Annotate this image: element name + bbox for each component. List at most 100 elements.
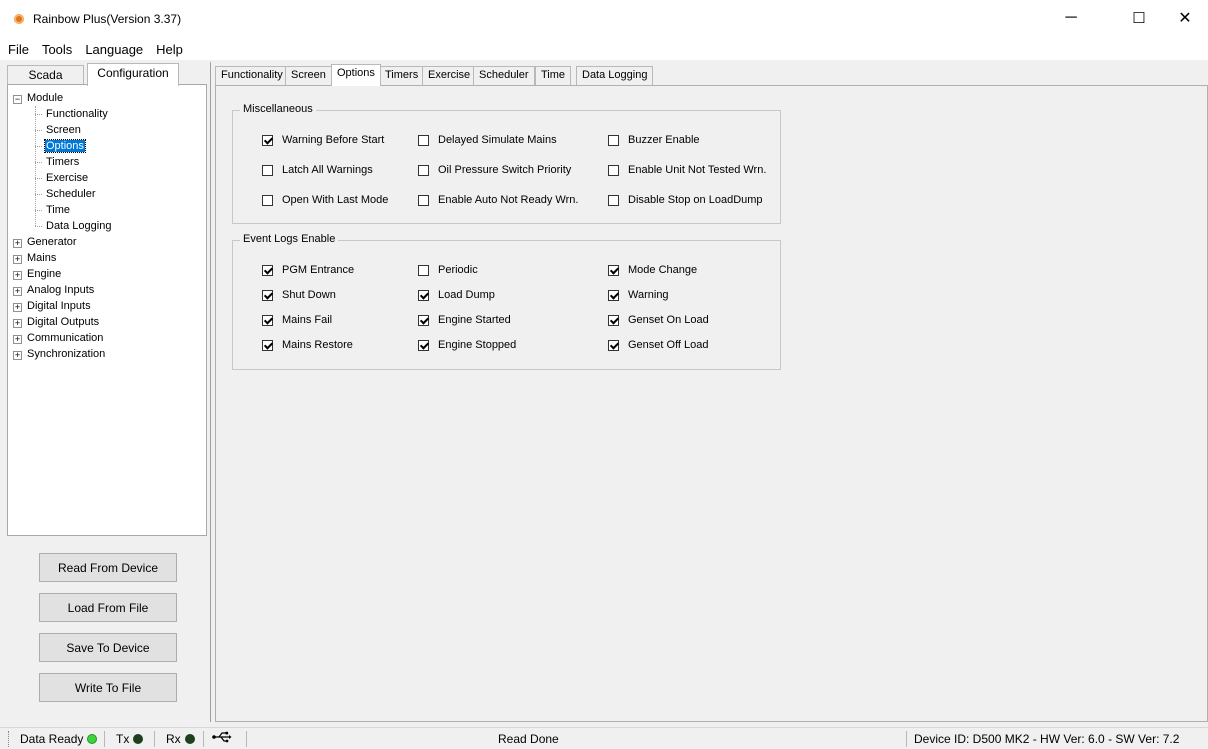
menu-language[interactable]: Language [78, 42, 149, 57]
tab-scheduler[interactable]: Scheduler [473, 66, 535, 85]
tree-item-generator[interactable]: Generator [27, 235, 77, 251]
checkbox-open-with-last-mode[interactable]: Open With Last Mode [262, 193, 388, 207]
tree-item-data-logging[interactable]: Data Logging [46, 219, 111, 235]
panel-splitter[interactable] [210, 62, 213, 722]
checkbox-label: Warning [628, 289, 669, 301]
minimize-button[interactable]: ─ [1048, 0, 1094, 36]
checkbox-periodic[interactable]: Periodic [418, 263, 478, 277]
tab-screen[interactable]: Screen [285, 66, 332, 85]
tree-line [35, 162, 42, 163]
checkbox-box[interactable] [608, 194, 619, 206]
checkbox-mains-fail[interactable]: Mains Fail [262, 313, 332, 327]
checkbox-genset-on-load[interactable]: Genset On Load [608, 313, 709, 327]
checkbox-box[interactable] [418, 339, 429, 351]
checkbox-enable-auto-not-ready-wrn[interactable]: Enable Auto Not Ready Wrn. [418, 193, 578, 207]
checkbox-box[interactable] [418, 194, 429, 206]
tab-configuration[interactable]: Configuration [87, 63, 179, 86]
checkbox-engine-started[interactable]: Engine Started [418, 313, 511, 327]
checkbox-box[interactable] [262, 264, 273, 276]
checkbox-box[interactable] [608, 264, 619, 276]
checkbox-buzzer-enable[interactable]: Buzzer Enable [608, 133, 700, 147]
tree-item-synchronization[interactable]: Synchronization [27, 347, 105, 363]
expand-icon[interactable]: + [13, 335, 22, 344]
write-to-file-button[interactable]: Write To File [39, 673, 177, 702]
expand-icon[interactable]: + [13, 271, 22, 280]
checkbox-disable-stop-on-loaddump[interactable]: Disable Stop on LoadDump [608, 193, 763, 207]
checkbox-box[interactable] [262, 339, 273, 351]
expand-icon[interactable]: + [13, 239, 22, 248]
tx-led-icon [133, 734, 144, 744]
tab-options[interactable]: Options [331, 64, 381, 86]
expand-icon[interactable]: + [13, 319, 22, 328]
tree-item-screen[interactable]: Screen [46, 123, 81, 139]
tree-item-functionality[interactable]: Functionality [46, 107, 108, 123]
separator [154, 731, 155, 747]
checkbox-latch-all-warnings[interactable]: Latch All Warnings [262, 163, 373, 177]
checkbox-oil-pressure-switch-priority[interactable]: Oil Pressure Switch Priority [418, 163, 571, 177]
checkbox-box[interactable] [608, 134, 619, 146]
tab-data-logging[interactable]: Data Logging [576, 66, 654, 85]
tree-item-module[interactable]: Module [27, 91, 63, 107]
checkbox-box[interactable] [262, 134, 273, 146]
tree-item-timers[interactable]: Timers [46, 155, 79, 171]
tab-timers[interactable]: Timers [379, 66, 425, 85]
checkbox-shut-down[interactable]: Shut Down [262, 288, 336, 302]
checkbox-pgm-entrance[interactable]: PGM Entrance [262, 263, 354, 277]
load-from-file-button[interactable]: Load From File [39, 593, 177, 622]
checkbox-warning-before-start[interactable]: Warning Before Start [262, 133, 384, 147]
checkbox-mains-restore[interactable]: Mains Restore [262, 338, 353, 352]
checkbox-mode-change[interactable]: Mode Change [608, 263, 697, 277]
options-page: Miscellaneous Warning Before Start Delaye… [215, 85, 1208, 722]
checkbox-box[interactable] [262, 314, 273, 326]
expand-icon[interactable]: + [13, 287, 22, 296]
menu-tools[interactable]: Tools [35, 42, 78, 57]
tab-scada[interactable]: Scada [7, 65, 84, 85]
tree-item-time[interactable]: Time [46, 203, 70, 219]
maximize-button[interactable]: ☐ [1116, 0, 1162, 36]
expand-icon[interactable]: + [13, 303, 22, 312]
checkbox-box[interactable] [262, 289, 273, 301]
tree-item-options-label: Options [44, 139, 86, 153]
checkbox-box[interactable] [608, 339, 619, 351]
checkbox-warning[interactable]: Warning [608, 288, 669, 302]
checkbox-box[interactable] [418, 164, 429, 176]
tab-time[interactable]: Time [535, 66, 572, 85]
save-to-device-button[interactable]: Save To Device [39, 633, 177, 662]
tree-item-scheduler[interactable]: Scheduler [46, 187, 96, 203]
event-logs-title: Event Logs Enable [240, 233, 339, 245]
tab-functionality[interactable]: Functionality [215, 66, 289, 85]
tree-item-digital-outputs[interactable]: Digital Outputs [27, 315, 99, 331]
checkbox-enable-unit-not-tested-wrn[interactable]: Enable Unit Not Tested Wrn. [608, 163, 766, 177]
tree-item-mains[interactable]: Mains [27, 251, 56, 267]
tree-item-options[interactable]: Options [44, 139, 86, 155]
menu-help[interactable]: Help [149, 42, 189, 57]
status-grip [8, 731, 9, 747]
tree-item-digital-inputs[interactable]: Digital Inputs [27, 299, 91, 315]
checkbox-delayed-simulate-mains[interactable]: Delayed Simulate Mains [418, 133, 557, 147]
checkbox-box[interactable] [608, 289, 619, 301]
checkbox-box[interactable] [418, 134, 429, 146]
checkbox-load-dump[interactable]: Load Dump [418, 288, 495, 302]
read-from-device-button[interactable]: Read From Device [39, 553, 177, 582]
tree-item-exercise[interactable]: Exercise [46, 171, 88, 187]
usb-icon [212, 731, 232, 746]
tree-item-communication[interactable]: Communication [27, 331, 103, 347]
expand-icon[interactable]: + [13, 351, 22, 360]
checkbox-label: Genset Off Load [628, 339, 709, 351]
expand-icon[interactable]: + [13, 255, 22, 264]
checkbox-box[interactable] [418, 264, 429, 276]
checkbox-genset-off-load[interactable]: Genset Off Load [608, 338, 709, 352]
checkbox-box[interactable] [262, 194, 273, 206]
tree-item-engine[interactable]: Engine [27, 267, 61, 283]
menu-file[interactable]: File [0, 42, 35, 57]
checkbox-box[interactable] [418, 289, 429, 301]
checkbox-box[interactable] [418, 314, 429, 326]
checkbox-box[interactable] [608, 314, 619, 326]
close-button[interactable]: ✕ [1162, 0, 1208, 36]
collapse-icon[interactable]: − [13, 95, 22, 104]
checkbox-engine-stopped[interactable]: Engine Stopped [418, 338, 516, 352]
checkbox-box[interactable] [608, 164, 619, 176]
tab-exercise[interactable]: Exercise [422, 66, 477, 85]
checkbox-box[interactable] [262, 164, 273, 176]
tree-item-analog-inputs[interactable]: Analog Inputs [27, 283, 94, 299]
